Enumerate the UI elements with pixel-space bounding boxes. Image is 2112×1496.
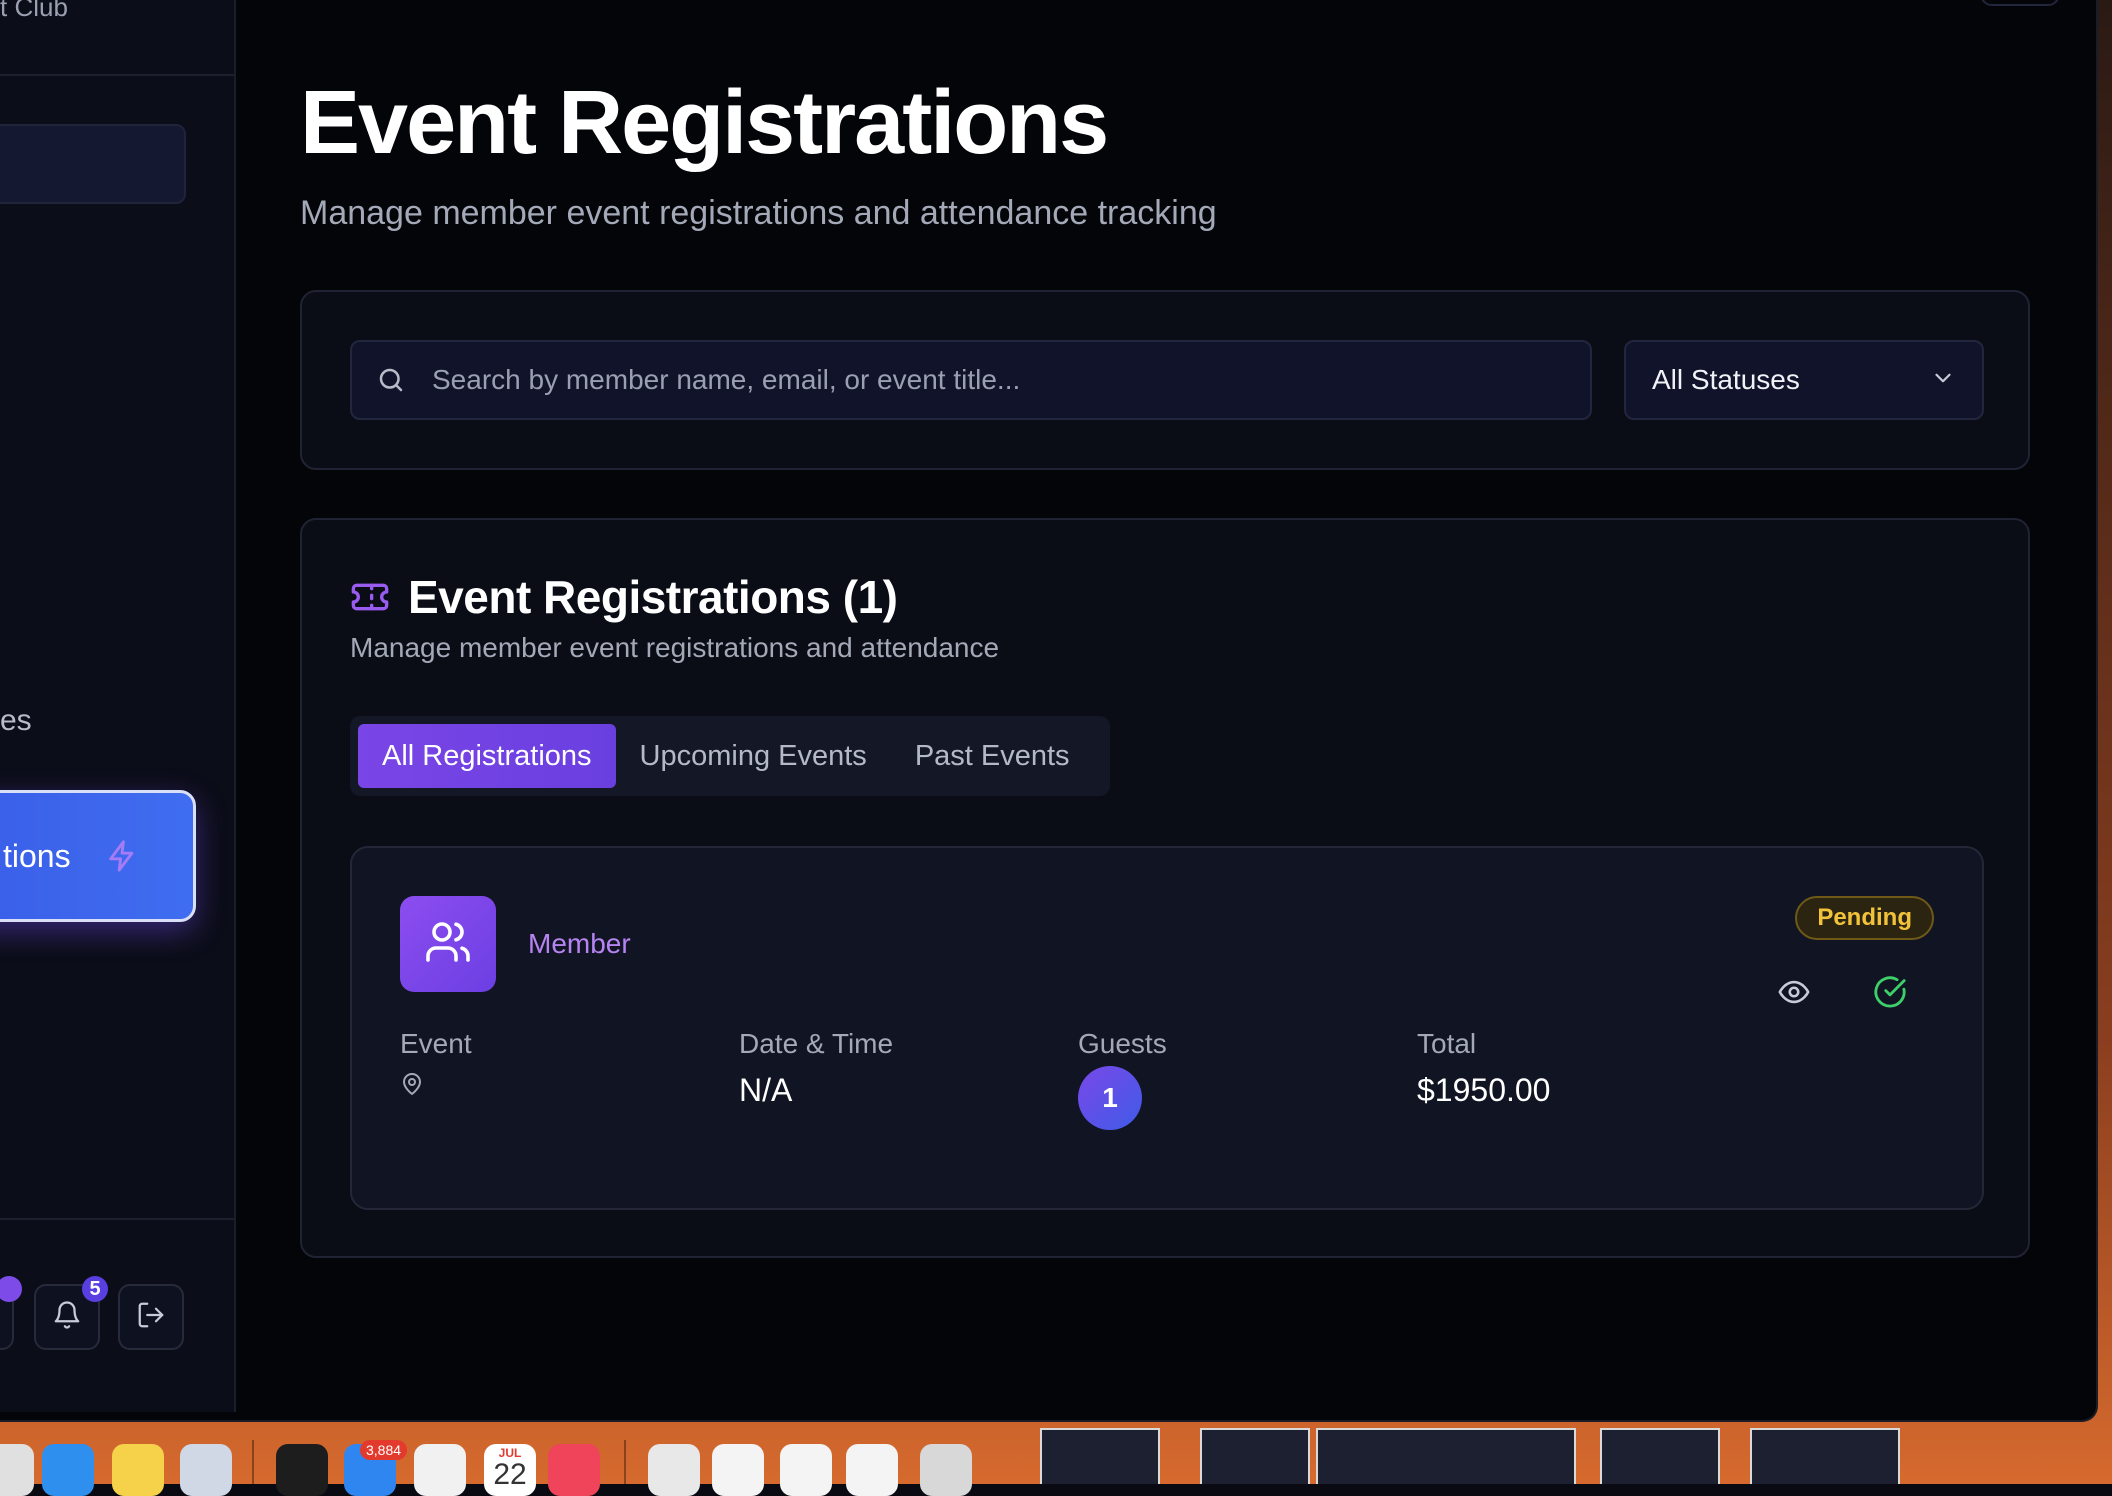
- lightning-icon: [105, 839, 139, 873]
- window-thumbnail[interactable]: [1750, 1428, 1900, 1484]
- document-icon[interactable]: [648, 1444, 700, 1496]
- app-window: t Club es tions 5 Event Registrations Ma…: [0, 0, 2098, 1422]
- status-filter-value: All Statuses: [1652, 364, 1800, 395]
- member-name: Member: [528, 928, 631, 959]
- notes-icon[interactable]: [112, 1444, 164, 1496]
- main-content: Event Registrations Manage member event …: [238, 0, 2096, 1420]
- event-label: Event: [400, 1028, 472, 1059]
- desktop: t Club es tions 5 Event Registrations Ma…: [0, 0, 2112, 1496]
- calendar-day: 22: [493, 1458, 527, 1491]
- check-circle-icon: [1873, 975, 1907, 1014]
- guests-count-badge: 1: [1078, 1066, 1142, 1130]
- search-box[interactable]: [350, 340, 1592, 420]
- safari-icon[interactable]: [42, 1444, 94, 1496]
- users-icon: [424, 918, 472, 971]
- sidebar-item-active[interactable]: tions: [0, 790, 196, 922]
- online-status-dot: [0, 1276, 22, 1302]
- view-button[interactable]: [1776, 976, 1812, 1012]
- registration-item: Member Pending Event Date & Time N/A Gue…: [350, 846, 1984, 1210]
- sidebar-divider: [0, 74, 234, 76]
- confirm-button[interactable]: [1872, 975, 1908, 1014]
- total-value: $1950.00: [1417, 1072, 1551, 1108]
- window-thumbnail[interactable]: [1600, 1428, 1720, 1484]
- tab-upcoming-events[interactable]: Upcoming Events: [616, 724, 891, 788]
- page-subtitle: Manage member event registrations and at…: [300, 194, 1217, 232]
- dock: 3,884 JUL 22: [0, 1428, 2112, 1496]
- registrations-card: Event Registrations (1) Manage member ev…: [300, 518, 2030, 1258]
- preview-icon[interactable]: [180, 1444, 232, 1496]
- window-thumbnail[interactable]: [1040, 1428, 1160, 1484]
- document-icon[interactable]: [780, 1444, 832, 1496]
- window-thumbnail[interactable]: [1200, 1428, 1310, 1484]
- total-field: Total $1950.00: [1417, 1028, 1550, 1109]
- map-pin-icon: [400, 1072, 424, 1096]
- sidebar-search[interactable]: [0, 124, 186, 204]
- date-field: Date & Time N/A: [739, 1028, 893, 1109]
- sidebar-item-label: tions: [3, 837, 71, 874]
- chrome-icon[interactable]: [414, 1444, 466, 1496]
- clock-icon[interactable]: [276, 1444, 328, 1496]
- window-thumbnail[interactable]: [1316, 1428, 1576, 1484]
- dock-separator: [252, 1440, 254, 1484]
- sidebar-brand: t Club: [0, 0, 68, 22]
- member-avatar: [400, 896, 496, 992]
- tab-past-events[interactable]: Past Events: [891, 724, 1094, 788]
- guests-label: Guests: [1078, 1028, 1167, 1059]
- document-icon[interactable]: [846, 1444, 898, 1496]
- registration-tabs: All Registrations Upcoming Events Past E…: [350, 716, 1110, 796]
- event-field: Event: [400, 1028, 472, 1101]
- header-button[interactable]: [1980, 0, 2060, 6]
- music-icon[interactable]: [548, 1444, 600, 1496]
- sidebar-divider: [0, 1218, 234, 1220]
- status-filter-select[interactable]: All Statuses: [1624, 340, 1984, 420]
- logout-button[interactable]: [118, 1284, 184, 1350]
- chevron-down-icon: [1930, 365, 1956, 396]
- eye-icon: [1777, 975, 1811, 1014]
- total-label: Total: [1417, 1028, 1477, 1059]
- tab-all-registrations[interactable]: All Registrations: [358, 724, 616, 788]
- guests-field: Guests 1: [1078, 1028, 1167, 1130]
- sidebar: t Club es tions 5: [0, 0, 236, 1412]
- logout-icon: [136, 1300, 166, 1335]
- filter-card: All Statuses: [300, 290, 2030, 470]
- dock-separator: [624, 1440, 626, 1484]
- registrations-title: Event Registrations (1): [408, 571, 898, 623]
- search-icon: [376, 365, 406, 395]
- mail-badge: 3,884: [360, 1440, 408, 1460]
- search-input[interactable]: [432, 364, 1590, 396]
- launchpad-icon[interactable]: [0, 1444, 34, 1496]
- date-label: Date & Time: [739, 1028, 894, 1059]
- notification-count-badge: 5: [82, 1276, 108, 1302]
- registrations-subtitle: Manage member event registrations and at…: [350, 632, 1000, 663]
- registrations-header: Event Registrations (1): [350, 570, 898, 624]
- page-title: Event Registrations: [300, 73, 1109, 173]
- document-icon[interactable]: [712, 1444, 764, 1496]
- bell-icon: [52, 1300, 82, 1335]
- ticket-icon: [350, 577, 390, 617]
- status-badge: Pending: [1795, 896, 1934, 940]
- trash-icon[interactable]: [920, 1444, 972, 1496]
- sidebar-item-label[interactable]: es: [0, 704, 32, 738]
- date-value: N/A: [739, 1072, 793, 1108]
